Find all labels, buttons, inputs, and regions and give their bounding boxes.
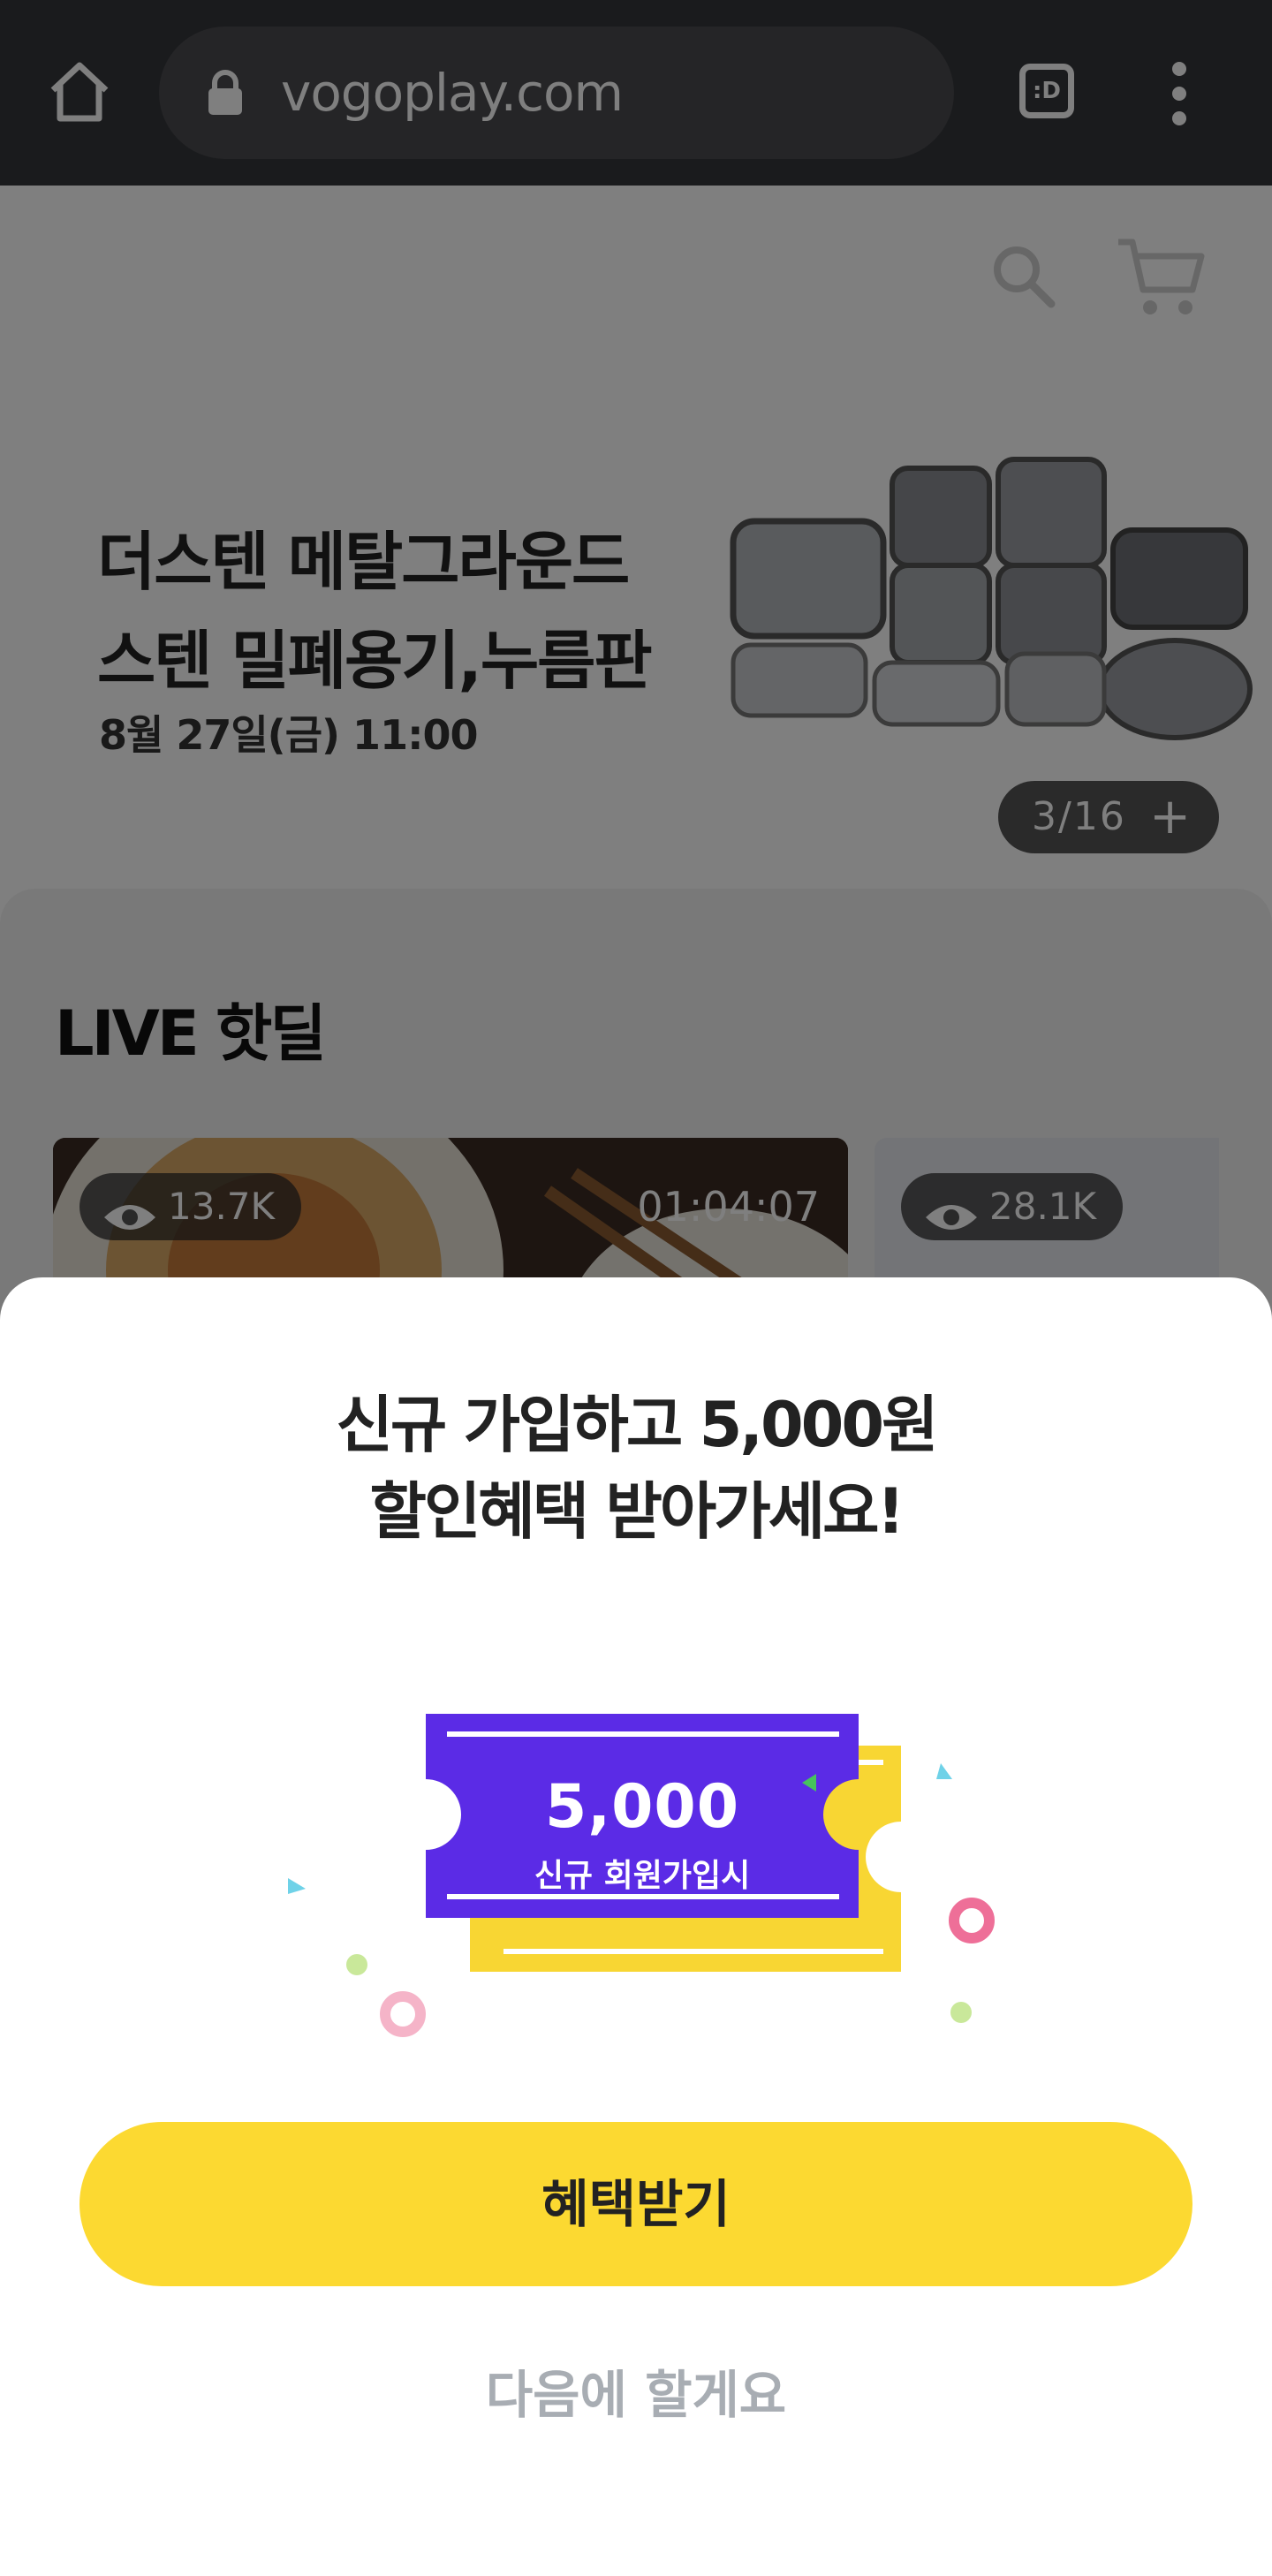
confetti-shape xyxy=(936,1763,952,1779)
confetti-ring xyxy=(949,1898,995,1943)
sheet-title: 신규 가입하고 5,000원 할인혜택 받아가세요! xyxy=(0,1382,1272,1555)
confetti-shape xyxy=(288,1878,306,1894)
confetti-dot xyxy=(950,2002,972,2023)
coupon-amount: 5,000 xyxy=(544,1772,740,1842)
sheet-title-line: 신규 가입하고 5,000원 xyxy=(336,1389,939,1461)
maybe-later-link[interactable]: 다음에 할게요 xyxy=(0,2353,1272,2428)
confetti-ring xyxy=(380,1991,426,2037)
get-benefit-button[interactable]: 혜택받기 xyxy=(80,2122,1192,2286)
coupon-caption: 신규 회원가입시 xyxy=(534,1858,751,1894)
confetti-dot xyxy=(346,1954,367,1975)
signup-benefit-sheet: 신규 가입하고 5,000원 할인혜택 받아가세요! 5,000 신규 회원가입… xyxy=(0,1277,1272,2576)
sheet-title-line: 할인혜택 받아가세요! xyxy=(369,1475,905,1548)
